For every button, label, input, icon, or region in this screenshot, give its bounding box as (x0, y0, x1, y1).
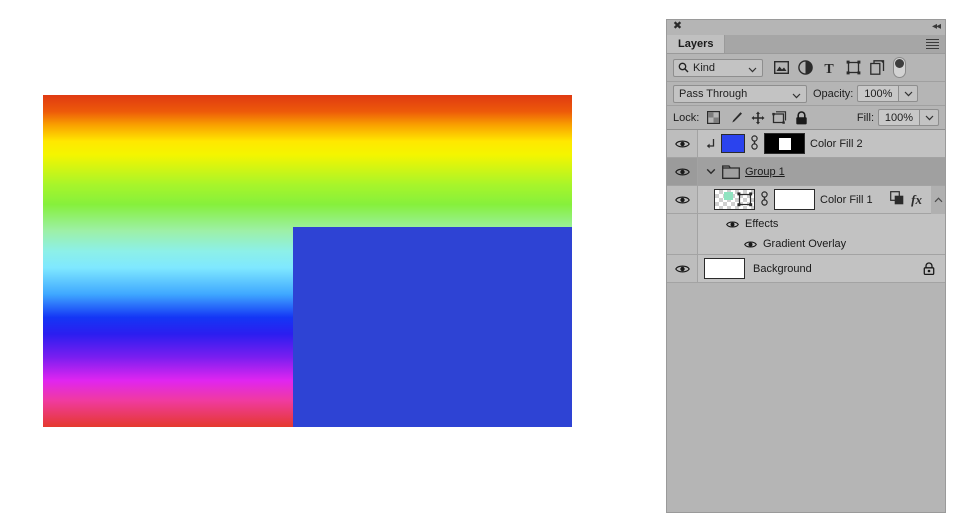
app-root: ✖ ◂◂ Layers Kind T Pass Through Opacity:… (0, 0, 966, 513)
filter-kind-select[interactable]: Kind (673, 58, 763, 77)
table-row[interactable]: Color Fill 1 fx (667, 185, 945, 214)
layer-visibility-toggle[interactable] (667, 186, 698, 213)
layer-thumbnail[interactable] (704, 258, 745, 279)
artwork-canvas[interactable] (43, 95, 572, 427)
layer-list-empty-area[interactable] (667, 283, 945, 512)
blend-mode-value: Pass Through (679, 87, 748, 100)
lock-icons (704, 109, 811, 127)
layer-row-body: Color Fill 1 fx (698, 185, 945, 214)
layer-thumbnail[interactable] (714, 189, 755, 210)
shape-layer-filter-icon[interactable] (841, 57, 865, 79)
effects-visibility-toggle[interactable] (726, 220, 739, 229)
layer-badges: fx (890, 191, 926, 208)
fill-label: Fill: (856, 111, 874, 124)
adjustment-layer-filter-icon[interactable] (793, 57, 817, 79)
layer-mask-badge-icon[interactable] (890, 191, 904, 208)
layer-name-label: Color Fill 1 (820, 193, 873, 206)
list-item[interactable]: Gradient Overlay (667, 234, 945, 255)
layer-row-body: Group 1 (698, 158, 945, 185)
panel-menu-icon[interactable] (926, 39, 939, 49)
chevron-down-icon[interactable] (704, 168, 717, 175)
panel-titlebar: ✖ ◂◂ (667, 20, 945, 35)
layer-name-label: Color Fill 2 (810, 137, 863, 150)
collapse-to-icons-icon[interactable]: ◂◂ (932, 22, 941, 32)
folder-icon (722, 164, 740, 179)
table-row[interactable]: Color Fill 2 (667, 130, 945, 158)
opacity-stepper[interactable] (899, 85, 919, 102)
effect-spacer (667, 234, 698, 254)
tab-layers-label: Layers (678, 38, 714, 50)
chevron-down-icon (748, 64, 757, 76)
mask-link-icon[interactable] (760, 190, 769, 209)
opacity-control: 100% (857, 85, 919, 102)
lock-label: Lock: (673, 111, 700, 124)
table-row[interactable]: Group 1 (667, 158, 945, 186)
layer-list[interactable]: Color Fill 2 Group 1 Color Fill 1 fx Eff… (667, 130, 945, 512)
layer-visibility-toggle[interactable] (667, 158, 698, 185)
svg-text:T: T (824, 62, 834, 75)
effects-label: Effects (745, 218, 779, 230)
layer-visibility-toggle[interactable] (667, 130, 698, 157)
pixel-layer-filter-icon[interactable] (769, 57, 793, 79)
layer-visibility-toggle[interactable] (667, 255, 698, 282)
opacity-input[interactable]: 100% (857, 85, 900, 102)
layer-filter-row: Kind T (667, 54, 945, 82)
lock-transparent-pixels-icon[interactable] (704, 109, 723, 127)
panel-tabstrip: Layers (667, 35, 945, 54)
blue-color-fill-rectangle (293, 227, 572, 427)
type-layer-filter-icon[interactable]: T (817, 57, 841, 79)
effect-visibility-toggle[interactable] (744, 240, 757, 249)
close-icon[interactable]: ✖ (672, 21, 683, 32)
opacity-label: Opacity: (813, 87, 854, 100)
blend-mode-select[interactable]: Pass Through (673, 84, 807, 103)
lock-all-icon[interactable] (792, 109, 811, 127)
layer-row-body: Background (698, 255, 945, 282)
effects-row-body: Effects (698, 214, 945, 234)
layer-mask-thumbnail[interactable] (764, 133, 805, 154)
layers-panel: ✖ ◂◂ Layers Kind T Pass Through Opacity:… (666, 19, 946, 513)
effects-spacer (667, 214, 698, 234)
blend-opacity-row: Pass Through Opacity: 100% (667, 82, 945, 106)
filter-type-icons: T (769, 57, 906, 79)
chevron-down-icon (792, 90, 801, 102)
lock-artboard-nesting-icon[interactable] (770, 109, 789, 127)
effect-name-label: Gradient Overlay (763, 238, 847, 250)
collapse-effects-chevron-icon[interactable] (931, 185, 945, 214)
fill-control: Fill: 100% (851, 109, 939, 126)
layer-name-label[interactable]: Group 1 (745, 166, 785, 178)
lock-row: Lock: Fill: 100% (667, 106, 945, 130)
layer-effects-badge[interactable]: fx (911, 192, 922, 208)
tab-layers[interactable]: Layers (667, 35, 726, 53)
mask-link-icon[interactable] (750, 134, 759, 153)
layer-mask-thumbnail[interactable] (774, 189, 815, 210)
lock-image-pixels-icon[interactable] (726, 109, 745, 127)
fill-input[interactable]: 100% (878, 109, 920, 126)
clipping-mask-arrow-icon (704, 138, 716, 150)
filter-enable-toggle[interactable] (893, 57, 906, 78)
list-item[interactable]: Effects (667, 214, 945, 234)
filter-kind-label: Kind (693, 61, 716, 74)
table-row[interactable]: Background (667, 255, 945, 283)
effect-row-body: Gradient Overlay (698, 234, 945, 254)
layer-row-body: Color Fill 2 (698, 130, 945, 157)
lock-position-icon[interactable] (748, 109, 767, 127)
smart-object-filter-icon[interactable] (865, 57, 889, 79)
fill-stepper[interactable] (920, 109, 939, 126)
layer-color-swatch[interactable] (721, 134, 745, 153)
layer-locked-icon (923, 262, 945, 275)
layer-name-label: Background (753, 262, 812, 275)
search-icon (678, 62, 689, 73)
